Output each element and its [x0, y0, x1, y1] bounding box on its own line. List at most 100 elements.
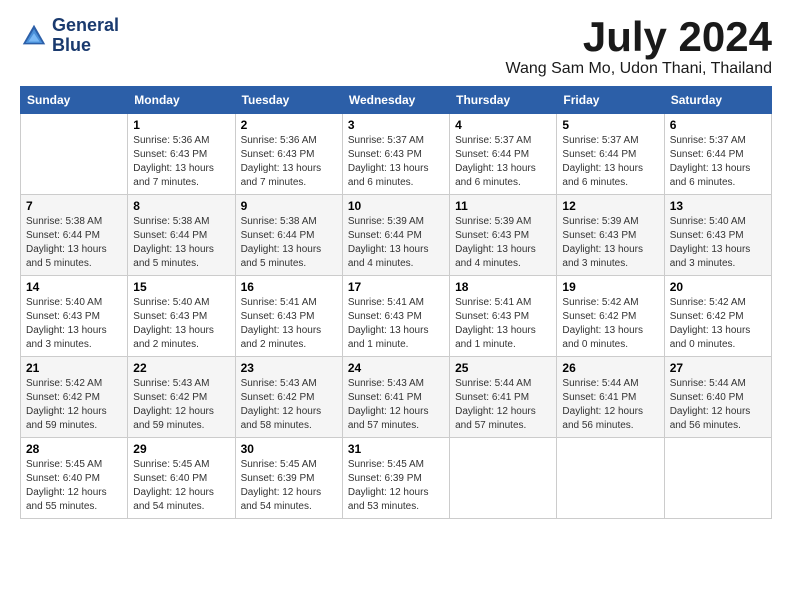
- calendar-cell: 6 Sunrise: 5:37 AM Sunset: 6:44 PM Daylig…: [664, 114, 771, 195]
- day-number: 28: [26, 442, 122, 456]
- calendar-table: SundayMondayTuesdayWednesdayThursdayFrid…: [20, 86, 772, 519]
- day-info: Sunrise: 5:39 AM Sunset: 6:43 PM Dayligh…: [562, 215, 658, 271]
- calendar-cell: 10 Sunrise: 5:39 AM Sunset: 6:44 PM Dayli…: [342, 195, 449, 276]
- weekday-header: Monday: [128, 87, 235, 114]
- day-number: 30: [241, 442, 337, 456]
- calendar-cell: 14 Sunrise: 5:40 AM Sunset: 6:43 PM Dayli…: [21, 276, 128, 357]
- day-number: 21: [26, 361, 122, 375]
- day-info: Sunrise: 5:43 AM Sunset: 6:42 PM Dayligh…: [241, 377, 337, 433]
- calendar-cell: 31Sunrise: 5:45 AM Sunset: 6:39 PM Dayli…: [342, 438, 449, 519]
- day-number: 31: [348, 442, 444, 456]
- calendar-cell: 27 Sunrise: 5:44 AM Sunset: 6:40 PM Dayli…: [664, 357, 771, 438]
- calendar-cell: 13 Sunrise: 5:40 AM Sunset: 6:43 PM Dayli…: [664, 195, 771, 276]
- day-number: 11: [455, 199, 551, 213]
- day-info: Sunrise: 5:40 AM Sunset: 6:43 PM Dayligh…: [26, 296, 122, 352]
- calendar-cell: 17 Sunrise: 5:41 AM Sunset: 6:43 PM Dayli…: [342, 276, 449, 357]
- weekday-header: Thursday: [450, 87, 557, 114]
- logo: General Blue: [20, 16, 119, 56]
- day-info: Sunrise: 5:41 AM Sunset: 6:43 PM Dayligh…: [455, 296, 551, 352]
- calendar-cell: 4 Sunrise: 5:37 AM Sunset: 6:44 PM Daylig…: [450, 114, 557, 195]
- calendar-header-row: SundayMondayTuesdayWednesdayThursdayFrid…: [21, 87, 772, 114]
- calendar-week-row: 28 Sunrise: 5:45 AM Sunset: 6:40 PM Dayli…: [21, 438, 772, 519]
- day-info: Sunrise: 5:41 AM Sunset: 6:43 PM Dayligh…: [348, 296, 444, 352]
- calendar-cell: 23 Sunrise: 5:43 AM Sunset: 6:42 PM Dayli…: [235, 357, 342, 438]
- day-number: 5: [562, 118, 658, 132]
- weekday-header: Friday: [557, 87, 664, 114]
- day-info: Sunrise: 5:38 AM Sunset: 6:44 PM Dayligh…: [26, 215, 122, 271]
- day-number: 26: [562, 361, 658, 375]
- month-title: July 2024: [505, 16, 772, 58]
- day-number: 3: [348, 118, 444, 132]
- day-number: 27: [670, 361, 766, 375]
- day-number: 9: [241, 199, 337, 213]
- day-info: Sunrise: 5:37 AM Sunset: 6:44 PM Dayligh…: [455, 134, 551, 190]
- day-info: Sunrise: 5:43 AM Sunset: 6:41 PM Dayligh…: [348, 377, 444, 433]
- day-info: Sunrise: 5:45 AM Sunset: 6:40 PM Dayligh…: [133, 458, 229, 514]
- day-info: Sunrise: 5:36 AM Sunset: 6:43 PM Dayligh…: [241, 134, 337, 190]
- day-number: 17: [348, 280, 444, 294]
- calendar-cell: 18Sunrise: 5:41 AM Sunset: 6:43 PM Dayli…: [450, 276, 557, 357]
- day-number: 7: [26, 199, 122, 213]
- calendar-cell: 19Sunrise: 5:42 AM Sunset: 6:42 PM Dayli…: [557, 276, 664, 357]
- calendar-week-row: 14 Sunrise: 5:40 AM Sunset: 6:43 PM Dayli…: [21, 276, 772, 357]
- day-number: 24: [348, 361, 444, 375]
- logo-text: General Blue: [52, 16, 119, 56]
- day-number: 4: [455, 118, 551, 132]
- day-info: Sunrise: 5:41 AM Sunset: 6:43 PM Dayligh…: [241, 296, 337, 352]
- day-info: Sunrise: 5:36 AM Sunset: 6:43 PM Dayligh…: [133, 134, 229, 190]
- calendar-cell: 15 Sunrise: 5:40 AM Sunset: 6:43 PM Dayli…: [128, 276, 235, 357]
- day-number: 23: [241, 361, 337, 375]
- day-number: 10: [348, 199, 444, 213]
- day-info: Sunrise: 5:40 AM Sunset: 6:43 PM Dayligh…: [133, 296, 229, 352]
- calendar-cell: [21, 114, 128, 195]
- calendar-cell: 11 Sunrise: 5:39 AM Sunset: 6:43 PM Dayli…: [450, 195, 557, 276]
- calendar-cell: 7 Sunrise: 5:38 AM Sunset: 6:44 PM Daylig…: [21, 195, 128, 276]
- page-header: General Blue July 2024 Wang Sam Mo, Udon…: [20, 16, 772, 78]
- day-info: Sunrise: 5:44 AM Sunset: 6:40 PM Dayligh…: [670, 377, 766, 433]
- location-title: Wang Sam Mo, Udon Thani, Thailand: [505, 60, 772, 78]
- day-info: Sunrise: 5:44 AM Sunset: 6:41 PM Dayligh…: [562, 377, 658, 433]
- calendar-cell: 20Sunrise: 5:42 AM Sunset: 6:42 PM Dayli…: [664, 276, 771, 357]
- weekday-header: Wednesday: [342, 87, 449, 114]
- calendar-cell: 22Sunrise: 5:43 AM Sunset: 6:42 PM Dayli…: [128, 357, 235, 438]
- logo-icon: [20, 22, 48, 50]
- calendar-cell: 28 Sunrise: 5:45 AM Sunset: 6:40 PM Dayli…: [21, 438, 128, 519]
- day-info: Sunrise: 5:37 AM Sunset: 6:43 PM Dayligh…: [348, 134, 444, 190]
- day-info: Sunrise: 5:37 AM Sunset: 6:44 PM Dayligh…: [670, 134, 766, 190]
- calendar-cell: 30 Sunrise: 5:45 AM Sunset: 6:39 PM Dayli…: [235, 438, 342, 519]
- calendar-cell: 8Sunrise: 5:38 AM Sunset: 6:44 PM Daylig…: [128, 195, 235, 276]
- calendar-cell: 29Sunrise: 5:45 AM Sunset: 6:40 PM Dayli…: [128, 438, 235, 519]
- day-info: Sunrise: 5:45 AM Sunset: 6:40 PM Dayligh…: [26, 458, 122, 514]
- calendar-cell: 2 Sunrise: 5:36 AM Sunset: 6:43 PM Daylig…: [235, 114, 342, 195]
- day-number: 22: [133, 361, 229, 375]
- day-number: 12: [562, 199, 658, 213]
- day-info: Sunrise: 5:38 AM Sunset: 6:44 PM Dayligh…: [241, 215, 337, 271]
- calendar-week-row: 7 Sunrise: 5:38 AM Sunset: 6:44 PM Daylig…: [21, 195, 772, 276]
- day-info: Sunrise: 5:39 AM Sunset: 6:44 PM Dayligh…: [348, 215, 444, 271]
- weekday-header: Sunday: [21, 87, 128, 114]
- day-number: 20: [670, 280, 766, 294]
- calendar-cell: [664, 438, 771, 519]
- day-number: 6: [670, 118, 766, 132]
- day-number: 1: [133, 118, 229, 132]
- calendar-cell: 9 Sunrise: 5:38 AM Sunset: 6:44 PM Daylig…: [235, 195, 342, 276]
- day-info: Sunrise: 5:42 AM Sunset: 6:42 PM Dayligh…: [26, 377, 122, 433]
- calendar-cell: 25Sunrise: 5:44 AM Sunset: 6:41 PM Dayli…: [450, 357, 557, 438]
- calendar-cell: 21 Sunrise: 5:42 AM Sunset: 6:42 PM Dayli…: [21, 357, 128, 438]
- day-info: Sunrise: 5:40 AM Sunset: 6:43 PM Dayligh…: [670, 215, 766, 271]
- day-info: Sunrise: 5:45 AM Sunset: 6:39 PM Dayligh…: [241, 458, 337, 514]
- calendar-cell: 5Sunrise: 5:37 AM Sunset: 6:44 PM Daylig…: [557, 114, 664, 195]
- day-number: 14: [26, 280, 122, 294]
- day-info: Sunrise: 5:39 AM Sunset: 6:43 PM Dayligh…: [455, 215, 551, 271]
- weekday-header: Saturday: [664, 87, 771, 114]
- weekday-header: Tuesday: [235, 87, 342, 114]
- day-number: 19: [562, 280, 658, 294]
- calendar-cell: 12 Sunrise: 5:39 AM Sunset: 6:43 PM Dayli…: [557, 195, 664, 276]
- day-info: Sunrise: 5:44 AM Sunset: 6:41 PM Dayligh…: [455, 377, 551, 433]
- day-number: 2: [241, 118, 337, 132]
- calendar-cell: 1 Sunrise: 5:36 AM Sunset: 6:43 PM Daylig…: [128, 114, 235, 195]
- calendar-cell: [557, 438, 664, 519]
- day-number: 13: [670, 199, 766, 213]
- day-number: 15: [133, 280, 229, 294]
- calendar-week-row: 1 Sunrise: 5:36 AM Sunset: 6:43 PM Daylig…: [21, 114, 772, 195]
